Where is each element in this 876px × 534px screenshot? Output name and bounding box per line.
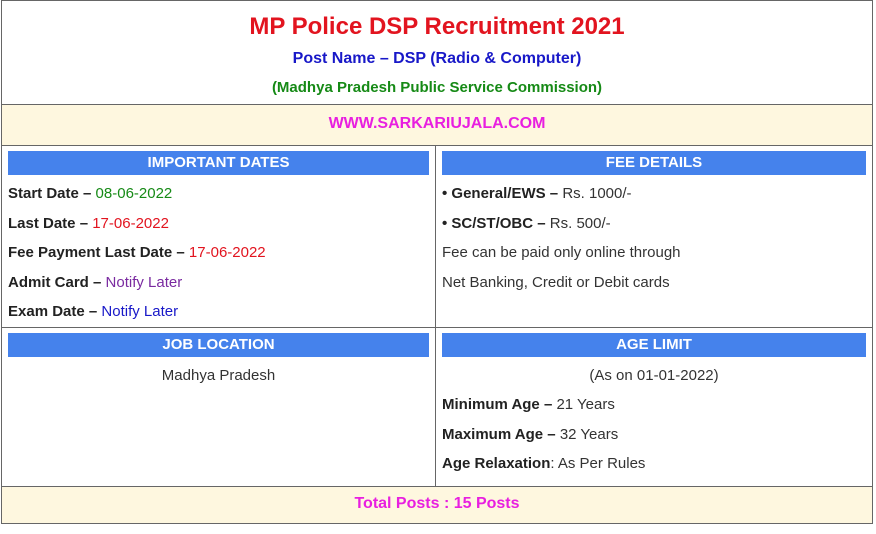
last-date-row: Last Date – 17-06-2022 <box>8 209 429 239</box>
fee-payment-value: 17-06-2022 <box>188 244 266 261</box>
age-relaxation-label: Age Relaxation <box>442 455 551 472</box>
admit-card-value: Notify Later <box>105 273 183 291</box>
general-fee-label: • General/EWS – <box>442 185 559 202</box>
general-fee-value: Rs. 1000/- <box>562 185 632 202</box>
min-age-label: Minimum Age – <box>442 396 553 413</box>
exam-date-value: Notify Later <box>101 303 179 320</box>
fee-note-line2: Net Banking, Credit or Debit cards <box>442 273 670 291</box>
header-cell: MP Police DSP Recruitment 2021 Post Name… <box>1 0 873 105</box>
admit-card-row: Admit Card – Notify Later <box>8 268 429 298</box>
max-age-label: Maximum Age – <box>442 425 556 443</box>
job-location-heading: JOB LOCATION <box>8 332 429 357</box>
important-dates-heading: IMPORTANT DATES <box>8 151 429 175</box>
website-band: WWW.SARKARIUJALA.COM <box>1 104 873 146</box>
start-date-value: 08-06-2022 <box>95 185 173 202</box>
website-link[interactable]: WWW.SARKARIUJALA.COM <box>329 115 546 132</box>
exam-date-row: Exam Date – Notify Later <box>8 297 429 327</box>
reserved-fee-label: • SC/ST/OBC – <box>442 214 546 232</box>
min-age-row: Minimum Age – 21 Years <box>442 390 866 420</box>
admit-card-label: Admit Card – <box>8 273 102 291</box>
page-title: MP Police DSP Recruitment 2021 <box>249 13 625 40</box>
fee-note-line1: Fee can be paid only online through <box>442 244 681 261</box>
total-posts-band: Total Posts : 15 Posts <box>1 485 873 524</box>
organization-name: (Madhya Pradesh Public Service Commissio… <box>271 79 603 96</box>
job-location-section: JOB LOCATION Madhya Pradesh <box>1 326 436 487</box>
age-limit-heading: AGE LIMIT <box>442 332 866 357</box>
age-relaxation-value: : As Per Rules <box>550 455 646 472</box>
fee-payment-row: Fee Payment Last Date – 17-06-2022 <box>8 238 429 268</box>
age-as-on: (As on 01-01-2022) <box>589 366 719 384</box>
fee-details-heading: FEE DETAILS <box>442 151 866 175</box>
last-date-label: Last Date – <box>8 214 89 232</box>
exam-date-label: Exam Date – <box>8 303 98 320</box>
fee-details-section: FEE DETAILS • General/EWS – Rs. 1000/- •… <box>435 145 873 328</box>
job-location-value: Madhya Pradesh <box>161 366 276 384</box>
reserved-fee-value: Rs. 500/- <box>549 214 611 232</box>
post-name: Post Name – DSP (Radio & Computer) <box>292 50 582 67</box>
age-relaxation-row: Age Relaxation: As Per Rules <box>442 449 866 479</box>
age-limit-section: AGE LIMIT (As on 01-01-2022) Minimum Age… <box>435 326 873 487</box>
important-dates-section: IMPORTANT DATES Start Date – 08-06-2022 … <box>1 145 436 328</box>
start-date-row: Start Date – 08-06-2022 <box>8 179 429 209</box>
fee-payment-label: Fee Payment Last Date – <box>8 244 185 261</box>
max-age-row: Maximum Age – 32 Years <box>442 420 866 450</box>
reserved-fee-row: • SC/ST/OBC – Rs. 500/- <box>442 209 866 239</box>
last-date-value: 17-06-2022 <box>92 214 169 232</box>
general-fee-row: • General/EWS – Rs. 1000/- <box>442 179 866 209</box>
total-posts: Total Posts : 15 Posts <box>354 494 520 512</box>
recruitment-table: MP Police DSP Recruitment 2021 Post Name… <box>1 0 873 524</box>
min-age-value: 21 Years <box>556 396 615 413</box>
start-date-label: Start Date – <box>8 185 92 202</box>
max-age-value: 32 Years <box>559 425 619 443</box>
